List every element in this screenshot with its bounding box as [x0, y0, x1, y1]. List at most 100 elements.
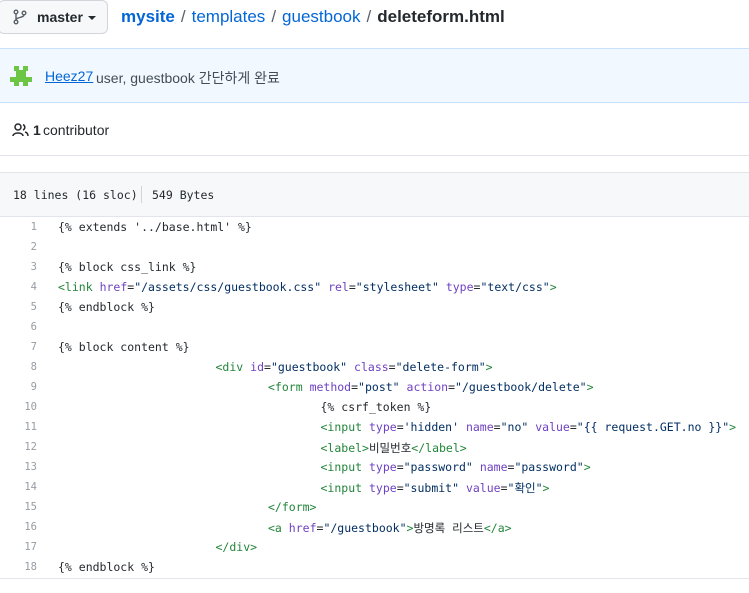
- line-number[interactable]: 14: [0, 481, 37, 493]
- line-source: <input type='hidden' name="no" value="{{…: [321, 420, 737, 434]
- code-attr-token: href: [99, 280, 128, 294]
- code-string-token: "/assets/css/guestbook.css": [134, 280, 322, 294]
- code-text-token: =: [348, 280, 356, 294]
- code-text-token: {% block content %}: [58, 340, 190, 354]
- breadcrumb-guestbook-link[interactable]: guestbook: [282, 7, 360, 26]
- breadcrumb-templates-link[interactable]: templates: [192, 7, 266, 26]
- contributors-row[interactable]: 1 contributor: [0, 103, 749, 156]
- line-source: </div>: [216, 540, 258, 554]
- file-size: 549 Bytes: [152, 188, 215, 202]
- code-text-token: =: [388, 360, 396, 374]
- code-line: 5 {% endblock %}: [0, 298, 749, 318]
- line-number[interactable]: 5: [0, 301, 37, 313]
- line-source: <div id="guestbook" class="delete-form">: [216, 360, 493, 374]
- breadcrumb: mysite / templates / guestbook / deleteform.ht…: [121, 7, 505, 27]
- branch-select-button[interactable]: master: [0, 0, 108, 34]
- line-source: <input type="submit" value="확인">: [321, 480, 550, 496]
- commit-author-link[interactable]: Heez27: [45, 68, 93, 84]
- line-number[interactable]: 16: [0, 521, 37, 533]
- line-number[interactable]: 17: [0, 541, 37, 553]
- code-text-token: =: [351, 380, 359, 394]
- code-attr-token: method: [309, 380, 352, 394]
- line-number[interactable]: 15: [0, 501, 37, 513]
- code-attr-token: class: [354, 360, 389, 374]
- code-string-token: "/guestbook/delete": [455, 380, 587, 394]
- code-text-token: {% csrf_token %}: [320, 400, 432, 414]
- code-string-token: "no": [500, 420, 529, 434]
- code-tag-token: <input: [320, 420, 363, 434]
- code-attr-token: type: [368, 460, 397, 474]
- code-string-token: 'hidden': [403, 420, 460, 434]
- line-source: <form method="post" action="/guestbook/d…: [268, 380, 594, 394]
- code-attr-token: action: [406, 380, 449, 394]
- line-number[interactable]: 18: [0, 561, 37, 573]
- code-text-token: 방명록 리스트: [413, 521, 484, 535]
- code-tag-token: <input: [320, 460, 363, 474]
- code-string-token: "text/css": [480, 280, 550, 294]
- line-source: {% block css_link %}: [58, 260, 196, 274]
- line-source: <link href = "/assets/css/guestbook.css" r…: [58, 280, 557, 294]
- line-number[interactable]: 1: [0, 221, 37, 233]
- line-source: {% endblock %}: [58, 300, 155, 314]
- code-attr-token: name: [465, 420, 494, 434]
- commit-message[interactable]: user, guestbook 간단하게 완료: [96, 68, 280, 88]
- line-number[interactable]: 10: [0, 401, 37, 413]
- contributor-label: contributor: [43, 122, 110, 138]
- line-number[interactable]: 9: [0, 381, 37, 393]
- file-info-divider: [141, 186, 142, 203]
- code-line: 6: [0, 318, 749, 338]
- breadcrumb-separator: /: [366, 7, 372, 26]
- code-string-token: "password": [514, 460, 584, 474]
- line-source: {% extends '../base.html' %}: [58, 220, 252, 234]
- code-string-token: "password": [403, 460, 473, 474]
- line-number[interactable]: 11: [0, 421, 37, 433]
- code-string-token: "submit": [403, 481, 460, 495]
- code-tag-token: <label>: [320, 441, 369, 455]
- code-line: 3 {% block css_link %}: [0, 258, 749, 278]
- code-line: 16 <a href="/guestbook">방명록 리스트</a>: [0, 518, 749, 538]
- code-attr-token: type: [368, 420, 397, 434]
- code-text-token: =: [448, 380, 456, 394]
- code-attr-token: value: [535, 420, 570, 434]
- code-tag-token: <link: [58, 280, 93, 294]
- code-text-token: =: [396, 460, 404, 474]
- code-string-token: "delete-form": [395, 360, 486, 374]
- line-number[interactable]: 6: [0, 321, 37, 333]
- code-line: 12 <label>비밀번호</label>: [0, 438, 749, 458]
- breadcrumb-repo-link[interactable]: mysite: [121, 7, 175, 26]
- code-tag-token: </form>: [268, 500, 317, 514]
- line-number[interactable]: 3: [0, 261, 37, 273]
- line-number[interactable]: 7: [0, 341, 37, 353]
- line-number[interactable]: 13: [0, 461, 37, 473]
- identicon-avatar[interactable]: [10, 66, 32, 86]
- code-tag-token: >: [729, 420, 737, 434]
- line-number[interactable]: 4: [0, 281, 37, 293]
- code-attr-token: id: [250, 360, 264, 374]
- code-tag-token: <div: [215, 360, 244, 374]
- chevron-down-icon: [88, 16, 96, 20]
- code-line: 17 </div>: [0, 538, 749, 558]
- code-tag-token: >: [586, 380, 594, 394]
- code-text-token: =: [264, 360, 271, 374]
- line-number[interactable]: 8: [0, 361, 37, 373]
- line-number[interactable]: 12: [0, 441, 37, 453]
- code-tag-token: </div>: [215, 540, 258, 554]
- line-source: {% endblock %}: [58, 560, 155, 574]
- code-string-token: "stylesheet": [355, 280, 439, 294]
- code-line: 13 <input type="password" name="password"…: [0, 458, 749, 478]
- code-line: 15 </form>: [0, 498, 749, 518]
- line-number[interactable]: 2: [0, 241, 37, 253]
- code-line: 10 {% csrf_token %}: [0, 398, 749, 418]
- code-line: 18 {% endblock %}: [0, 558, 749, 578]
- code-text-token: =: [396, 481, 404, 495]
- code-text-token: =: [396, 420, 404, 434]
- line-source: </form>: [268, 500, 316, 514]
- code-text-token: =: [569, 420, 577, 434]
- code-attr-token: rel: [328, 280, 349, 294]
